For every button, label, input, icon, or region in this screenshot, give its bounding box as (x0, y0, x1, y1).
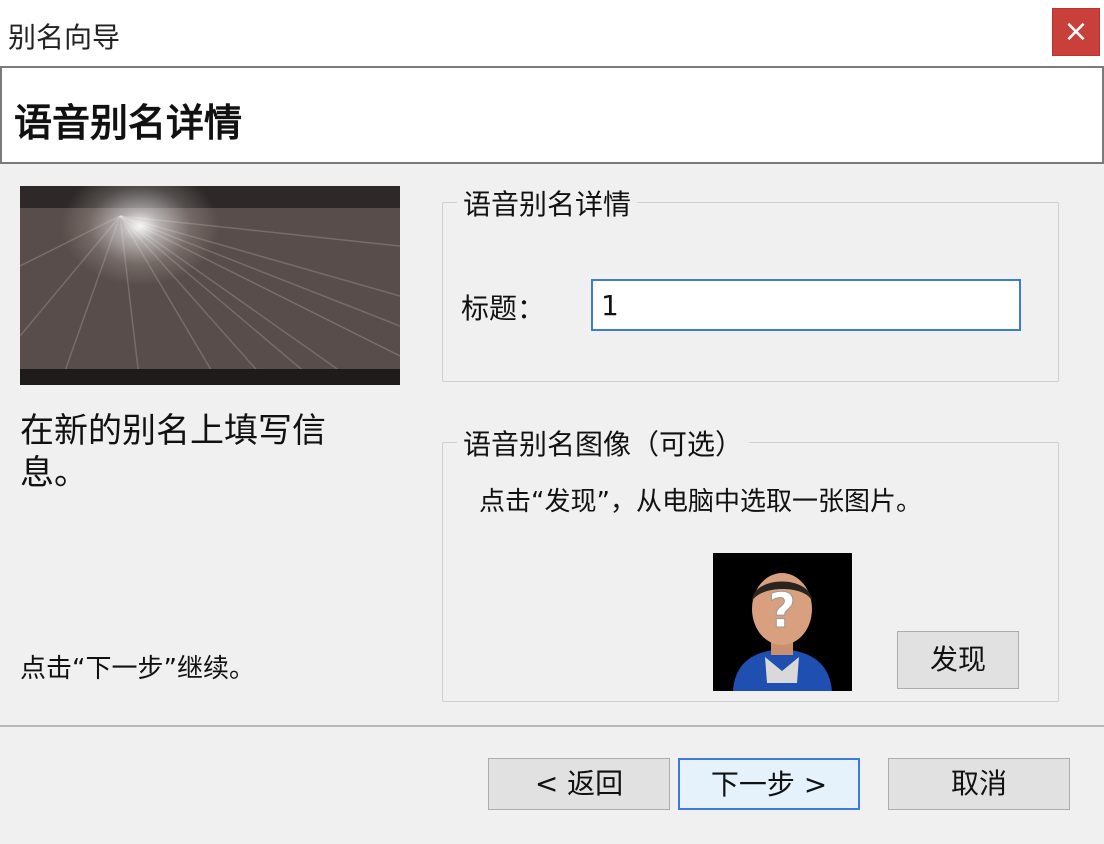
title-bar: 别名向导 × (0, 0, 1104, 66)
wizard-banner-image (20, 186, 400, 385)
page-heading: 语音别名详情 (14, 101, 243, 145)
instruction-text: 在新的别名上填写信息。 (20, 411, 326, 493)
alias-details-legend: 语音别名详情 (457, 183, 638, 223)
continue-hint: 点击“下一步”继续。 (20, 654, 255, 684)
window-title: 别名向导 (8, 21, 121, 54)
close-icon: × (1063, 14, 1089, 49)
banner-bottom-band (20, 369, 400, 385)
alias-image-legend: 语音别名图像（可选） (457, 423, 750, 463)
close-button[interactable]: × (1052, 8, 1100, 56)
header-panel: 语音别名详情 (0, 66, 1104, 164)
alias-wizard-window: 别名向导 × 语音别名详情 在新的别名上填写信息。 点击“下一步”继续。 语音别… (0, 0, 1104, 844)
title-input[interactable] (591, 279, 1021, 331)
light-glow (60, 186, 220, 286)
image-hint: 点击“发现”，从电脑中选取一张图片。 (479, 487, 922, 517)
alias-image-group: 语音别名图像（可选） 点击“发现”，从电脑中选取一张图片。 ? 发现 (442, 423, 1059, 702)
find-image-button[interactable]: 发现 (897, 631, 1019, 689)
cancel-button[interactable]: 取消 (888, 758, 1070, 810)
unknown-person-icon: ? (713, 553, 852, 691)
svg-text:?: ? (768, 583, 796, 639)
back-button[interactable]: < 返回 (488, 758, 670, 810)
alias-details-group: 语音别名详情 标题： (442, 183, 1059, 382)
footer-separator (0, 725, 1104, 727)
next-button[interactable]: 下一步 > (678, 758, 860, 810)
title-label: 标题： (461, 292, 546, 325)
